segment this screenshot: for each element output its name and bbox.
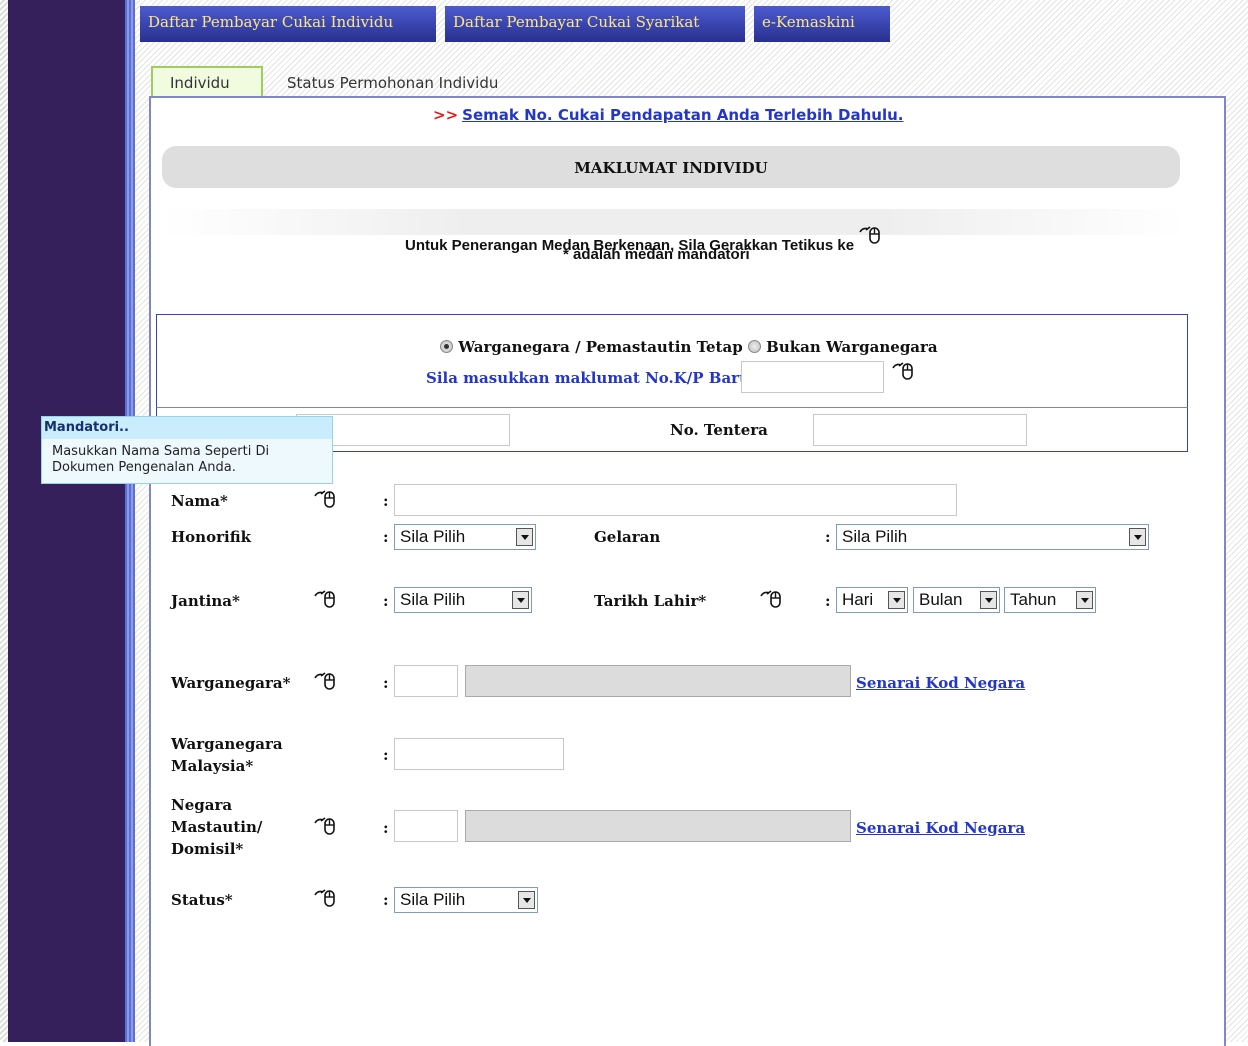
honorifik-label: Honorifik <box>171 528 251 546</box>
warganegara-malaysia-input[interactable] <box>394 738 564 770</box>
section-title: MAKLUMAT INDIVIDU <box>162 146 1180 188</box>
tooltip-body: Masukkan Nama Sama Seperti Di Dokumen Pe… <box>42 439 332 476</box>
citizenship-radio-group: Warganegara / Pemastautin Tetap Bukan Wa… <box>440 338 938 356</box>
tarikh-lahir-label: Tarikh Lahir* <box>594 592 707 610</box>
honorifik-select[interactable]: Sila Pilih <box>394 524 536 550</box>
honorifik-value: Sila Pilih <box>400 527 466 546</box>
radio-noncitizen[interactable] <box>747 340 761 353</box>
gelaran-select[interactable]: Sila Pilih <box>836 524 1149 550</box>
jantina-label: Jantina* <box>171 592 240 610</box>
chevron-down-icon <box>518 891 535 909</box>
nama-label: Nama* <box>171 492 228 510</box>
chevron-down-icon <box>980 591 997 609</box>
negara-mastautin-name-field <box>465 810 851 842</box>
gelaran-label: Gelaran <box>594 528 661 546</box>
chevron-down-icon <box>512 591 529 609</box>
year-select[interactable]: Tahun <box>1004 587 1096 613</box>
tooltip-line2: Dokumen Pengenalan Anda. <box>52 460 236 475</box>
check-tax-number-link[interactable]: >> Semak No. Cukai Pendapatan Anda Terleb… <box>433 106 903 124</box>
nama-input[interactable] <box>394 484 957 516</box>
status-select[interactable]: Sila Pilih <box>394 887 538 913</box>
tooltip-line1: Masukkan Nama Sama Seperti Di <box>52 444 270 459</box>
chevron-down-icon <box>888 591 905 609</box>
jantina-value: Sila Pilih <box>400 590 466 609</box>
negara-mastautin-label-line3: Domisil* <box>171 840 244 858</box>
mouse-icon <box>858 224 882 246</box>
warganegara-code-input[interactable] <box>394 665 458 697</box>
tentera-label: No. Tentera <box>670 421 768 439</box>
check-tax-number-text[interactable]: Semak No. Cukai Pendapatan Anda Terlebih… <box>462 106 903 124</box>
month-value: Bulan <box>919 590 963 609</box>
warganegara-malaysia-label-line1: Warganegara <box>171 735 283 753</box>
chevron-down-icon <box>1076 591 1093 609</box>
mandatory-tooltip: Mandatori.. Masukkan Nama Sama Seperti D… <box>41 416 333 484</box>
country-code-list-link-2[interactable]: Senarai Kod Negara <box>856 819 1025 837</box>
jantina-colon: : <box>383 592 389 610</box>
negara-mastautin-code-input[interactable] <box>394 810 458 842</box>
year-value: Tahun <box>1010 590 1057 609</box>
tab-status-permohonan[interactable]: Status Permohonan Individu <box>287 74 498 92</box>
warganegara-colon: : <box>383 674 389 692</box>
warganegara-label: Warganegara* <box>171 674 291 692</box>
warganegara-malaysia-colon: : <box>383 746 389 764</box>
warganegara-malaysia-label-line2: Malaysia* <box>171 757 254 775</box>
nama-colon: : <box>383 492 389 510</box>
jantina-help-mouse-icon[interactable] <box>313 588 337 610</box>
left-sidebar <box>8 0 125 1042</box>
tarikh-lahir-colon: : <box>825 592 831 610</box>
month-select[interactable]: Bulan <box>913 587 1000 613</box>
gelaran-colon: : <box>825 528 831 546</box>
status-value: Sila Pilih <box>400 890 466 909</box>
day-select[interactable]: Hari <box>836 587 908 613</box>
kp-label: Sila masukkan maklumat No.K/P Baru : <box>426 369 761 387</box>
status-label: Status* <box>171 891 233 909</box>
negara-mastautin-label-line1: Negara <box>171 796 233 814</box>
status-colon: : <box>383 891 389 909</box>
nama-help-mouse-icon[interactable] <box>313 488 337 510</box>
tab-individu[interactable]: Individu <box>151 66 263 96</box>
nav-tab-individual-taxpayer[interactable]: Daftar Pembayar Cukai Individu <box>140 6 436 42</box>
honorifik-colon: : <box>383 528 389 546</box>
tarikh-lahir-help-mouse-icon[interactable] <box>759 588 783 610</box>
kp-help-mouse-icon[interactable] <box>891 360 915 382</box>
tentera-input[interactable] <box>813 414 1027 446</box>
negara-mastautin-help-mouse-icon[interactable] <box>313 815 337 837</box>
jantina-select[interactable]: Sila Pilih <box>394 587 532 613</box>
negara-mastautin-label-line2: Mastautin/ <box>171 818 263 836</box>
page-edge-pattern <box>0 0 8 1042</box>
warganegara-help-mouse-icon[interactable] <box>313 670 337 692</box>
radio-citizen[interactable] <box>440 340 453 353</box>
sidebar-edge <box>125 0 135 1042</box>
nav-tab-e-kemaskini[interactable]: e-Kemaskini <box>754 6 890 42</box>
identity-box <box>156 314 1188 408</box>
tooltip-title: Mandatori.. <box>42 417 332 439</box>
chevron-down-icon <box>516 528 533 546</box>
radio-citizen-label[interactable]: Warganegara / Pemastautin Tetap <box>458 338 742 356</box>
warganegara-name-field <box>465 665 851 697</box>
country-code-list-link[interactable]: Senarai Kod Negara <box>856 674 1025 692</box>
day-value: Hari <box>842 590 874 609</box>
status-help-mouse-icon[interactable] <box>313 887 337 909</box>
gelaran-value: Sila Pilih <box>842 527 908 546</box>
mandatory-note: * adalah medan mandatori <box>563 246 750 263</box>
nav-tab-company-taxpayer[interactable]: Daftar Pembayar Cukai Syarikat <box>445 6 745 42</box>
negara-mastautin-colon: : <box>383 819 389 837</box>
link-arrow: >> <box>433 106 459 124</box>
chevron-down-icon <box>1129 528 1146 546</box>
radio-noncitizen-label[interactable]: Bukan Warganegara <box>766 338 937 356</box>
kp-input[interactable] <box>741 361 884 393</box>
